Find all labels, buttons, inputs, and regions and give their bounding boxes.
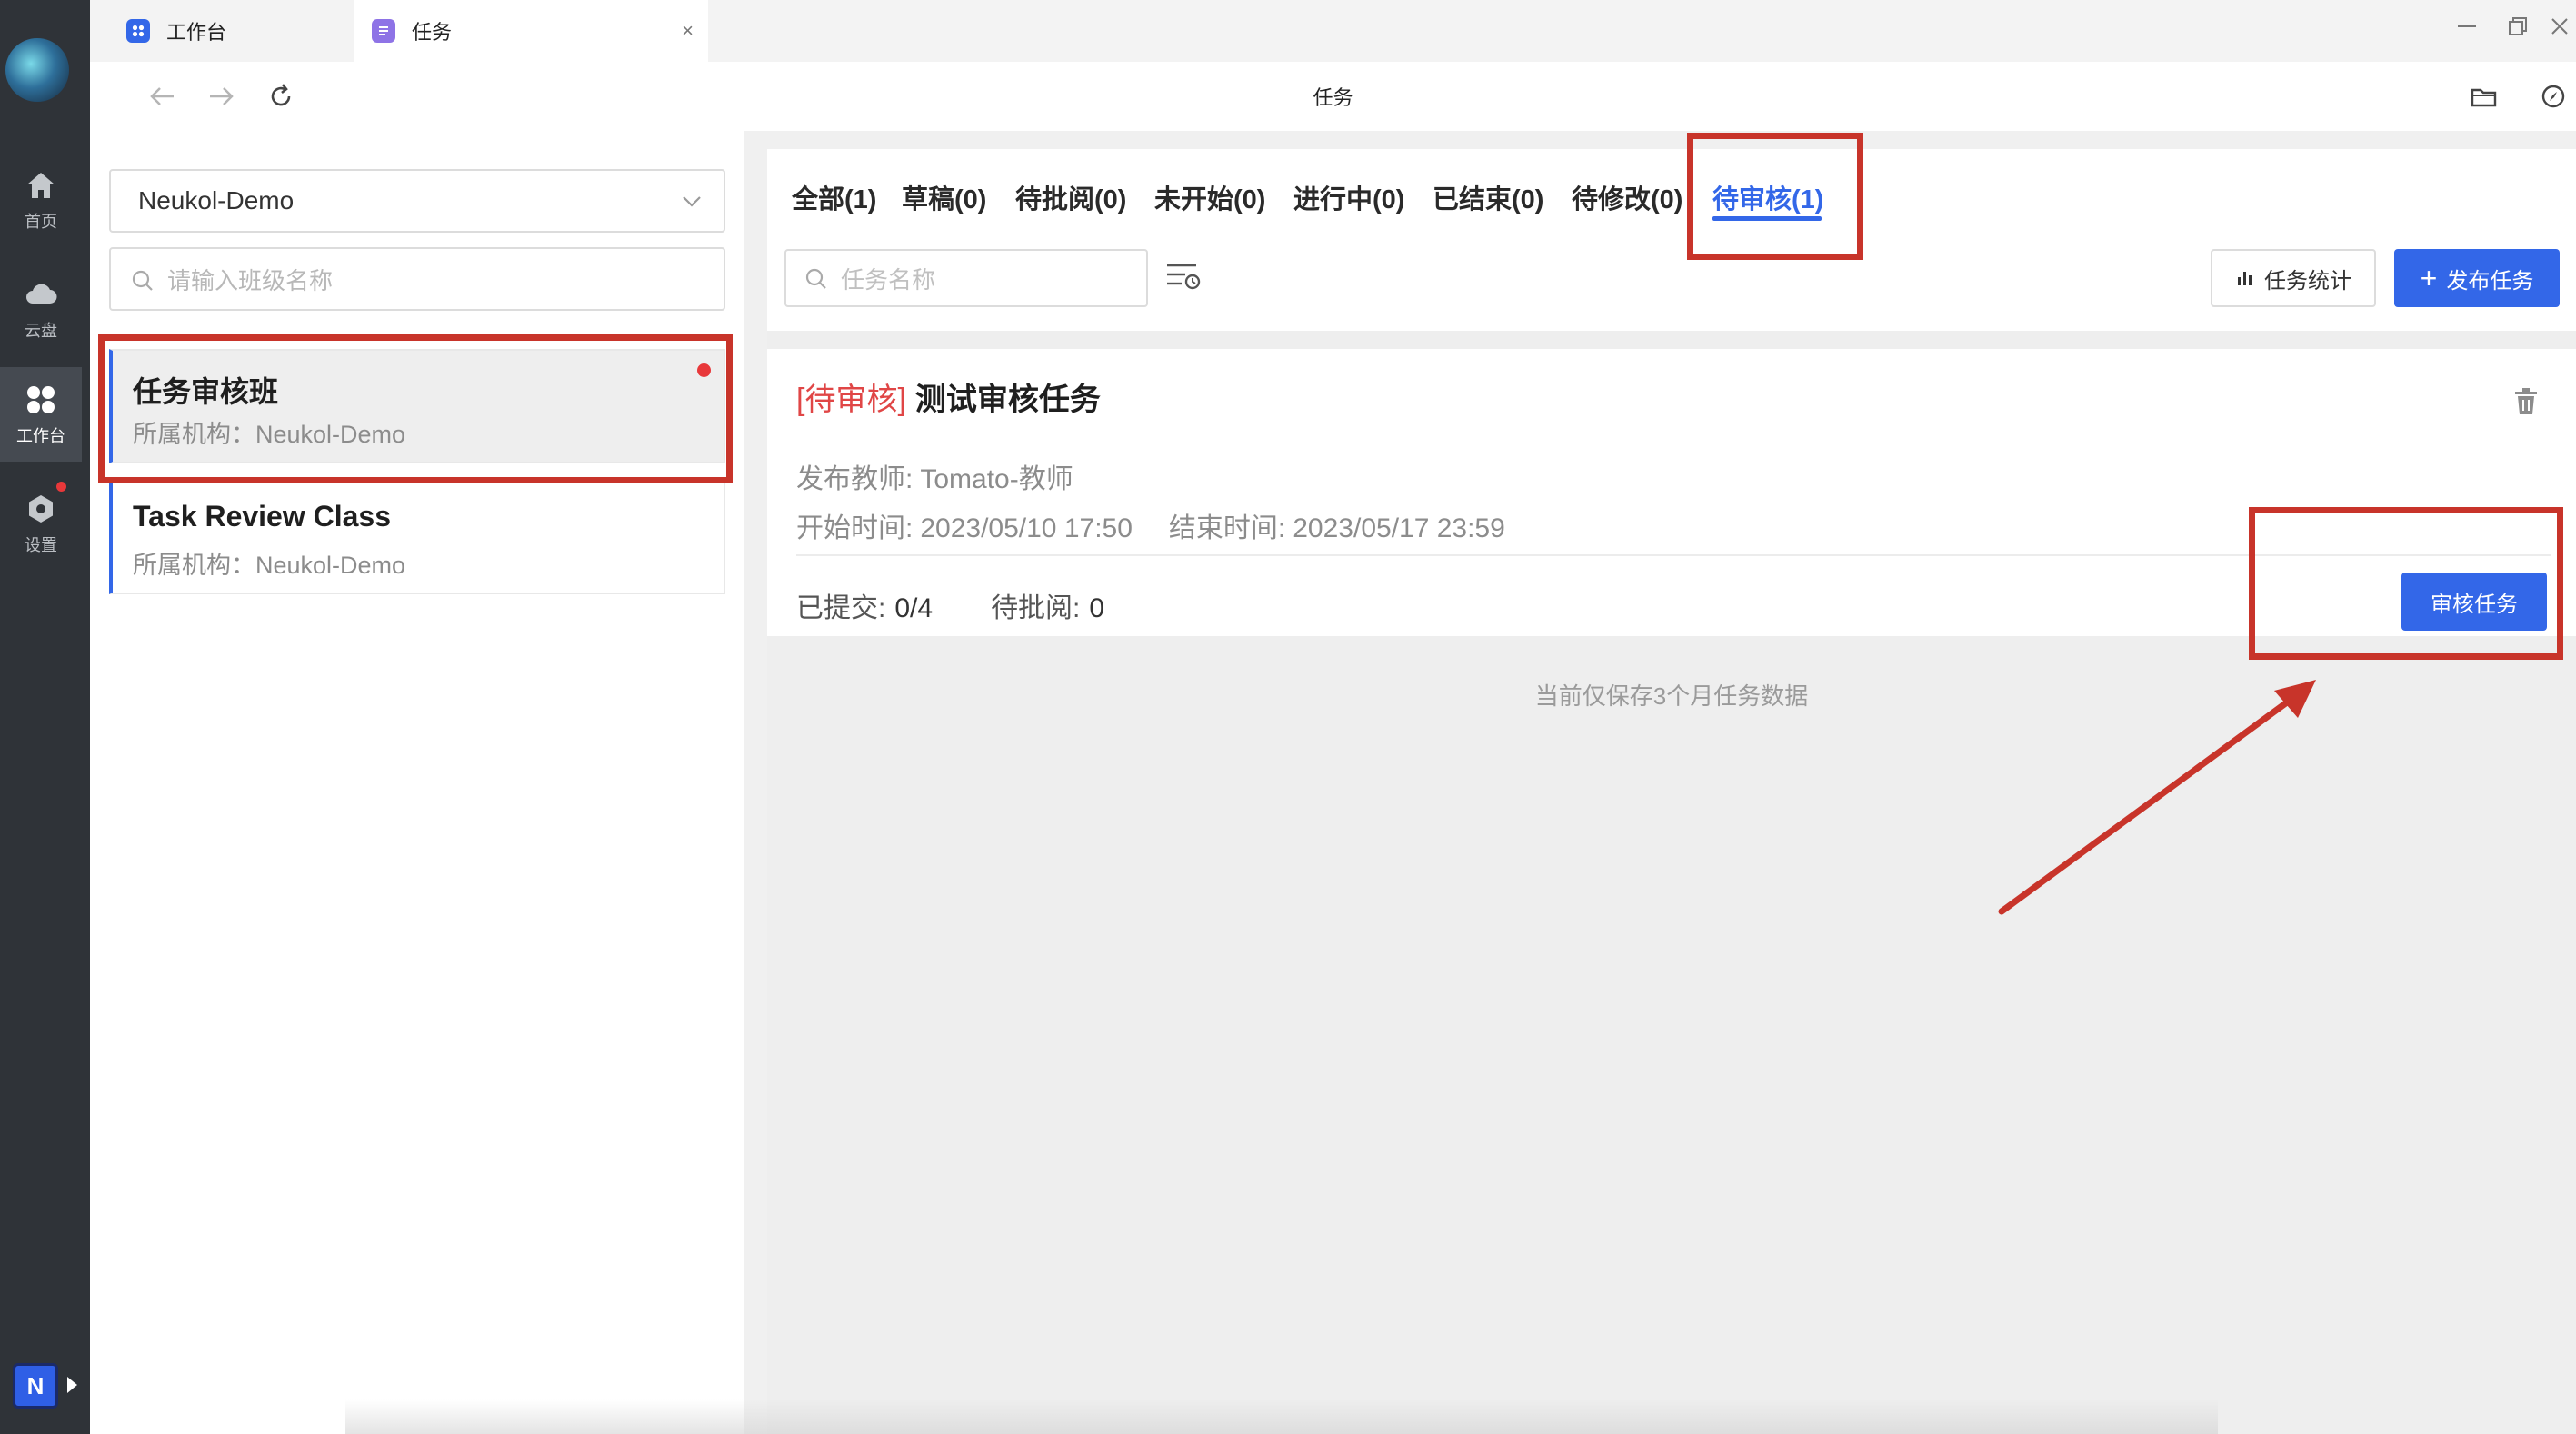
annotation-arrow-icon	[1998, 680, 2316, 915]
